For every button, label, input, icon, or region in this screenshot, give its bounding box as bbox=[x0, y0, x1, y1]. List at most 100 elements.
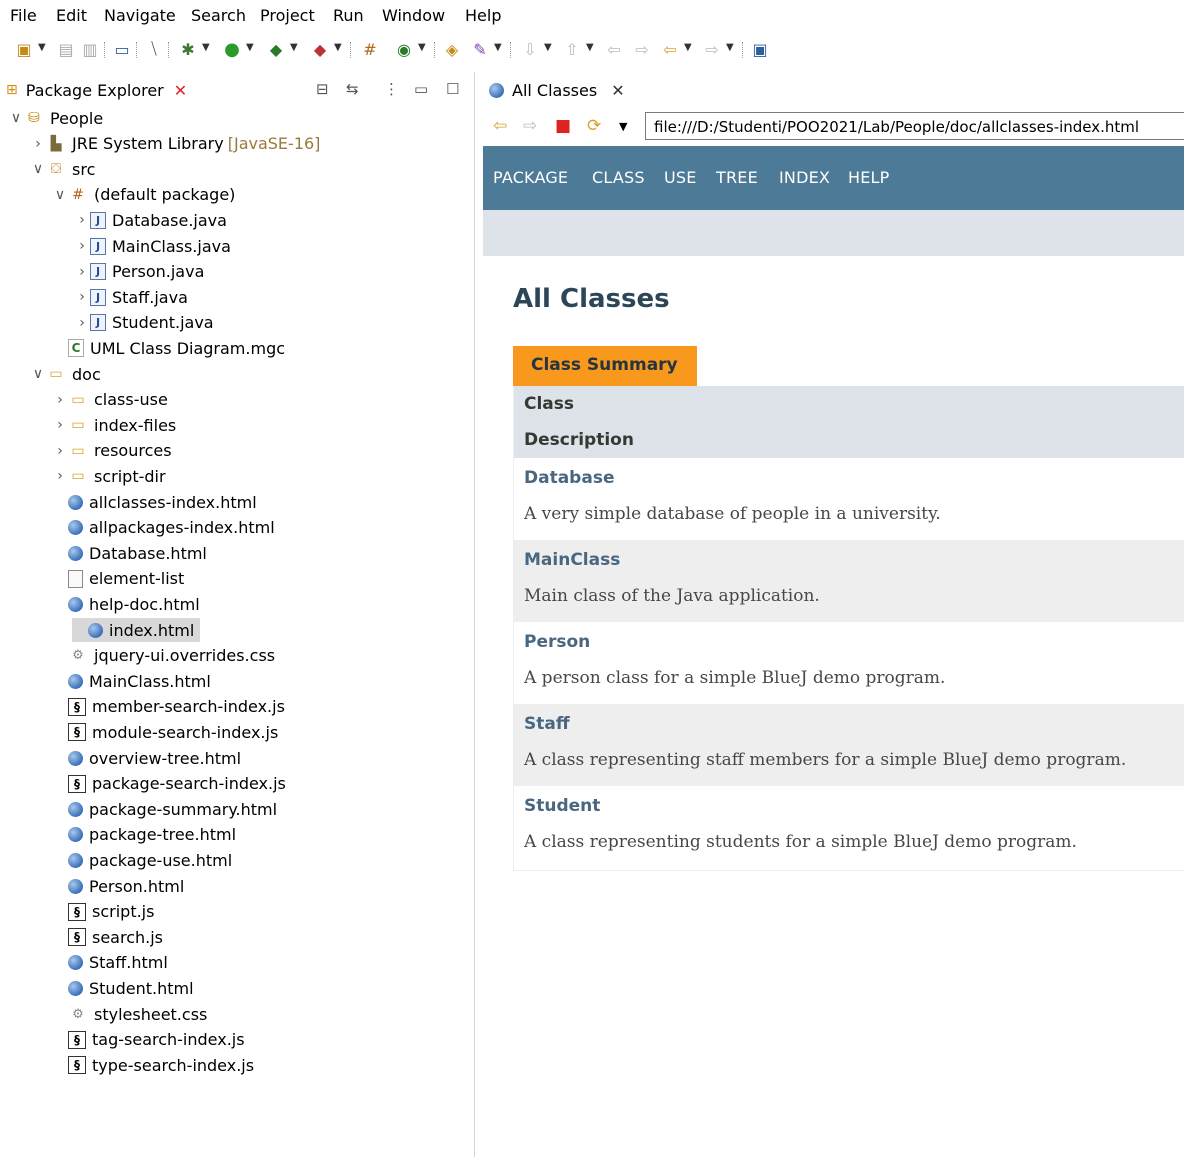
new-icon[interactable]: ▣ bbox=[14, 38, 34, 60]
external-tools-dropdown-icon[interactable]: ▼ bbox=[334, 42, 342, 53]
last-edit-location-icon[interactable]: ⇦ bbox=[604, 38, 624, 60]
save-all-icon[interactable]: ▥ bbox=[80, 38, 100, 60]
class-link[interactable]: Student bbox=[524, 796, 600, 816]
view-menu-icon[interactable]: ⋮ bbox=[384, 80, 399, 98]
tree-item[interactable]: element-list bbox=[52, 567, 184, 591]
chevron-right-icon[interactable]: › bbox=[52, 417, 68, 433]
class-link[interactable]: Person bbox=[524, 632, 590, 652]
menu-project[interactable]: Project bbox=[260, 6, 315, 25]
menu-help[interactable]: Help bbox=[465, 6, 501, 25]
back-icon[interactable]: ⇦ bbox=[660, 38, 680, 60]
next-annotation-icon[interactable]: ⇩ bbox=[520, 38, 540, 60]
tree-item[interactable]: ⚙ jquery-ui.overrides.css bbox=[52, 644, 275, 668]
tree-item[interactable]: MainClass.html bbox=[52, 669, 211, 693]
tree-item[interactable]: package-use.html bbox=[52, 848, 232, 872]
new-java-class-dropdown-icon[interactable]: ▼ bbox=[418, 42, 426, 53]
save-icon[interactable]: ▤ bbox=[56, 38, 76, 60]
tree-item[interactable]: ∨ ▭ doc bbox=[30, 362, 101, 386]
forward-icon[interactable]: ⇨ bbox=[523, 116, 537, 136]
menu-file[interactable]: File bbox=[10, 6, 37, 25]
tree-item[interactable]: § package-search-index.js bbox=[52, 772, 286, 796]
stop-icon[interactable]: ■ bbox=[555, 116, 571, 136]
tree-item[interactable]: § tag-search-index.js bbox=[52, 1028, 245, 1052]
coverage-dropdown-icon[interactable]: ▼ bbox=[290, 42, 298, 53]
chevron-down-icon[interactable]: ∨ bbox=[52, 187, 68, 203]
back-dropdown-icon[interactable]: ▼ bbox=[684, 42, 692, 53]
tree-item[interactable]: Student.html bbox=[52, 976, 194, 1000]
pin-editor-icon[interactable]: ▣ bbox=[750, 38, 770, 60]
tree-item[interactable]: § module-search-index.js bbox=[52, 720, 278, 744]
forward-edit-icon[interactable]: ⇨ bbox=[632, 38, 652, 60]
chevron-right-icon[interactable]: › bbox=[74, 238, 90, 254]
terminal-icon[interactable]: ▭ bbox=[112, 38, 132, 60]
forward-icon[interactable]: ⇨ bbox=[702, 38, 722, 60]
debug-icon[interactable]: ✱ bbox=[178, 38, 198, 60]
tree-item[interactable]: Staff.html bbox=[52, 951, 168, 975]
skip-breakpoints-icon[interactable]: ⧹ bbox=[144, 38, 164, 60]
menu-search[interactable]: Search bbox=[191, 6, 246, 25]
close-icon[interactable]: ✕ bbox=[174, 81, 187, 100]
link-with-editor-icon[interactable]: ⇆ bbox=[346, 80, 359, 98]
tree-item[interactable]: › J Database.java bbox=[74, 208, 227, 232]
tree-item[interactable]: ∨ ⛋ src bbox=[30, 157, 95, 181]
tree-item[interactable]: › J Person.java bbox=[74, 260, 204, 284]
tree-item[interactable]: › ▙ JRE System Library [JavaSE-16] bbox=[30, 132, 320, 156]
tree-item[interactable]: § search.js bbox=[52, 925, 163, 949]
chevron-down-icon[interactable]: ∨ bbox=[30, 161, 46, 177]
minimize-icon[interactable]: ▭ bbox=[414, 80, 428, 98]
tree-item[interactable]: › ▭ script-dir bbox=[52, 464, 165, 488]
tree-item[interactable]: C UML Class Diagram.mgc bbox=[52, 336, 285, 360]
chevron-down-icon[interactable]: ∨ bbox=[8, 110, 24, 126]
run-icon[interactable]: ● bbox=[222, 38, 242, 60]
chevron-right-icon[interactable]: › bbox=[74, 264, 90, 280]
tree-item[interactable]: index.html bbox=[72, 618, 201, 642]
tree-item[interactable]: ∨ ⛁ People bbox=[8, 106, 103, 130]
nav-link-index[interactable]: INDEX bbox=[779, 168, 830, 187]
chevron-down-icon[interactable]: ▼ bbox=[619, 120, 627, 133]
new-java-class-icon[interactable]: ◉ bbox=[394, 38, 414, 60]
previous-annotation-icon[interactable]: ⇧ bbox=[562, 38, 582, 60]
menu-window[interactable]: Window bbox=[382, 6, 445, 25]
previous-annotation-dropdown-icon[interactable]: ▼ bbox=[586, 42, 594, 53]
coverage-icon[interactable]: ◆ bbox=[266, 38, 286, 60]
next-annotation-dropdown-icon[interactable]: ▼ bbox=[544, 42, 552, 53]
tree-item[interactable]: › ▭ class-use bbox=[52, 388, 168, 412]
chevron-right-icon[interactable]: › bbox=[52, 468, 68, 484]
tree-item[interactable]: help-doc.html bbox=[52, 592, 200, 616]
search-icon[interactable]: ✎ bbox=[470, 38, 490, 60]
chevron-right-icon[interactable]: › bbox=[52, 392, 68, 408]
open-type-icon[interactable]: ◈ bbox=[442, 38, 462, 60]
tree-item[interactable]: › J MainClass.java bbox=[74, 234, 231, 258]
chevron-right-icon[interactable]: › bbox=[74, 212, 90, 228]
refresh-icon[interactable]: ⟳ bbox=[587, 116, 601, 136]
chevron-right-icon[interactable]: › bbox=[74, 289, 90, 305]
close-icon[interactable]: ✕ bbox=[611, 81, 624, 100]
tree-item[interactable]: › J Staff.java bbox=[74, 285, 188, 309]
maximize-icon[interactable]: ☐ bbox=[446, 80, 459, 98]
search-dropdown-icon[interactable]: ▼ bbox=[494, 42, 502, 53]
tree-item[interactable]: › ▭ resources bbox=[52, 439, 171, 463]
debug-dropdown-icon[interactable]: ▼ bbox=[202, 42, 210, 53]
forward-dropdown-icon[interactable]: ▼ bbox=[726, 42, 734, 53]
tab-package-explorer[interactable]: ⊞ Package Explorer ✕ bbox=[6, 76, 187, 104]
tree-item[interactable]: ⚙ stylesheet.css bbox=[52, 1002, 207, 1026]
menu-navigate[interactable]: Navigate bbox=[104, 6, 176, 25]
nav-link-tree[interactable]: TREE bbox=[716, 168, 758, 187]
nav-link-class[interactable]: CLASS bbox=[592, 168, 645, 187]
tree-item[interactable]: › J Student.java bbox=[74, 311, 213, 335]
run-dropdown-icon[interactable]: ▼ bbox=[246, 42, 254, 53]
tree-item[interactable]: § script.js bbox=[52, 900, 154, 924]
new-dropdown-icon[interactable]: ▼ bbox=[38, 42, 46, 53]
tree-item[interactable]: overview-tree.html bbox=[52, 746, 241, 770]
url-input[interactable]: file:///D:/Studenti/POO2021/Lab/People/d… bbox=[645, 112, 1184, 140]
tree-item[interactable]: package-tree.html bbox=[52, 823, 236, 847]
nav-link-help[interactable]: HELP bbox=[848, 168, 890, 187]
tree-item[interactable]: package-summary.html bbox=[52, 797, 277, 821]
tree-item[interactable]: allclasses-index.html bbox=[52, 490, 257, 514]
tree-item[interactable]: › ▭ index-files bbox=[52, 413, 176, 437]
chevron-down-icon[interactable]: ∨ bbox=[30, 366, 46, 382]
tree-item[interactable]: § member-search-index.js bbox=[52, 695, 285, 719]
class-link[interactable]: MainClass bbox=[524, 550, 620, 570]
tree-item[interactable]: Person.html bbox=[52, 874, 184, 898]
external-tools-icon[interactable]: ◆ bbox=[310, 38, 330, 60]
